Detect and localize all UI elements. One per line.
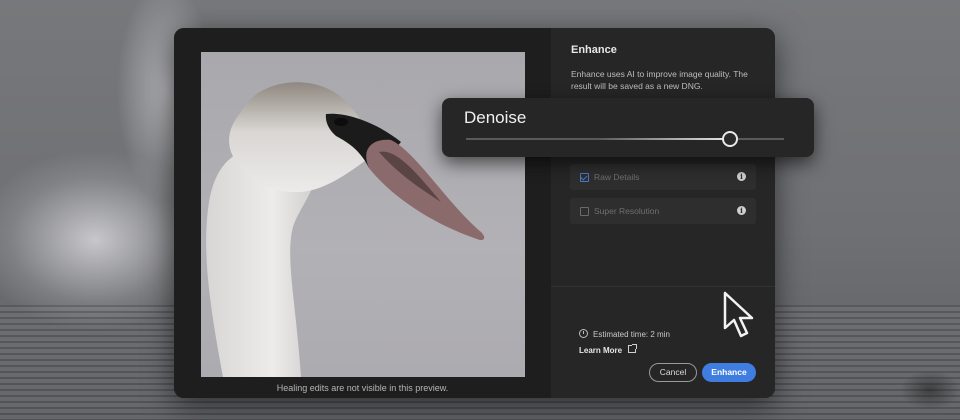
panel-title: Enhance bbox=[571, 44, 617, 56]
slider-fill bbox=[466, 138, 730, 140]
background-swan bbox=[900, 370, 960, 410]
cursor-icon bbox=[723, 291, 754, 338]
option-label: Super Resolution bbox=[594, 206, 660, 216]
checkbox-icon[interactable] bbox=[580, 207, 589, 216]
settings-pane: Enhance Enhance uses AI to improve image… bbox=[551, 28, 775, 398]
option-raw-details[interactable]: Raw Details i bbox=[570, 164, 756, 190]
preview-caption: Healing edits are not visible in this pr… bbox=[276, 383, 449, 393]
preview-pane: Healing edits are not visible in this pr… bbox=[174, 28, 551, 398]
learn-more-link[interactable]: Learn More bbox=[579, 344, 638, 355]
denoise-panel: Denoise bbox=[442, 98, 814, 157]
external-link-icon bbox=[628, 344, 638, 353]
clock-icon bbox=[579, 329, 588, 338]
estimated-time-text: Estimated time: 2 min bbox=[593, 330, 670, 339]
checkbox-icon[interactable] bbox=[580, 173, 589, 182]
option-super-resolution[interactable]: Super Resolution i bbox=[570, 198, 756, 224]
info-icon[interactable]: i bbox=[737, 172, 746, 181]
enhance-button[interactable]: Enhance bbox=[702, 363, 756, 382]
divider bbox=[551, 286, 775, 287]
denoise-label: Denoise bbox=[464, 108, 527, 127]
cancel-button[interactable]: Cancel bbox=[649, 363, 697, 382]
estimated-time: Estimated time: 2 min bbox=[579, 329, 670, 339]
info-icon[interactable]: i bbox=[737, 206, 746, 215]
panel-description: Enhance uses AI to improve image quality… bbox=[571, 69, 748, 91]
learn-more-label: Learn More bbox=[579, 346, 623, 355]
option-label: Raw Details bbox=[594, 172, 640, 182]
slider-thumb[interactable] bbox=[722, 131, 738, 147]
enhance-dialog: Healing edits are not visible in this pr… bbox=[174, 28, 775, 398]
